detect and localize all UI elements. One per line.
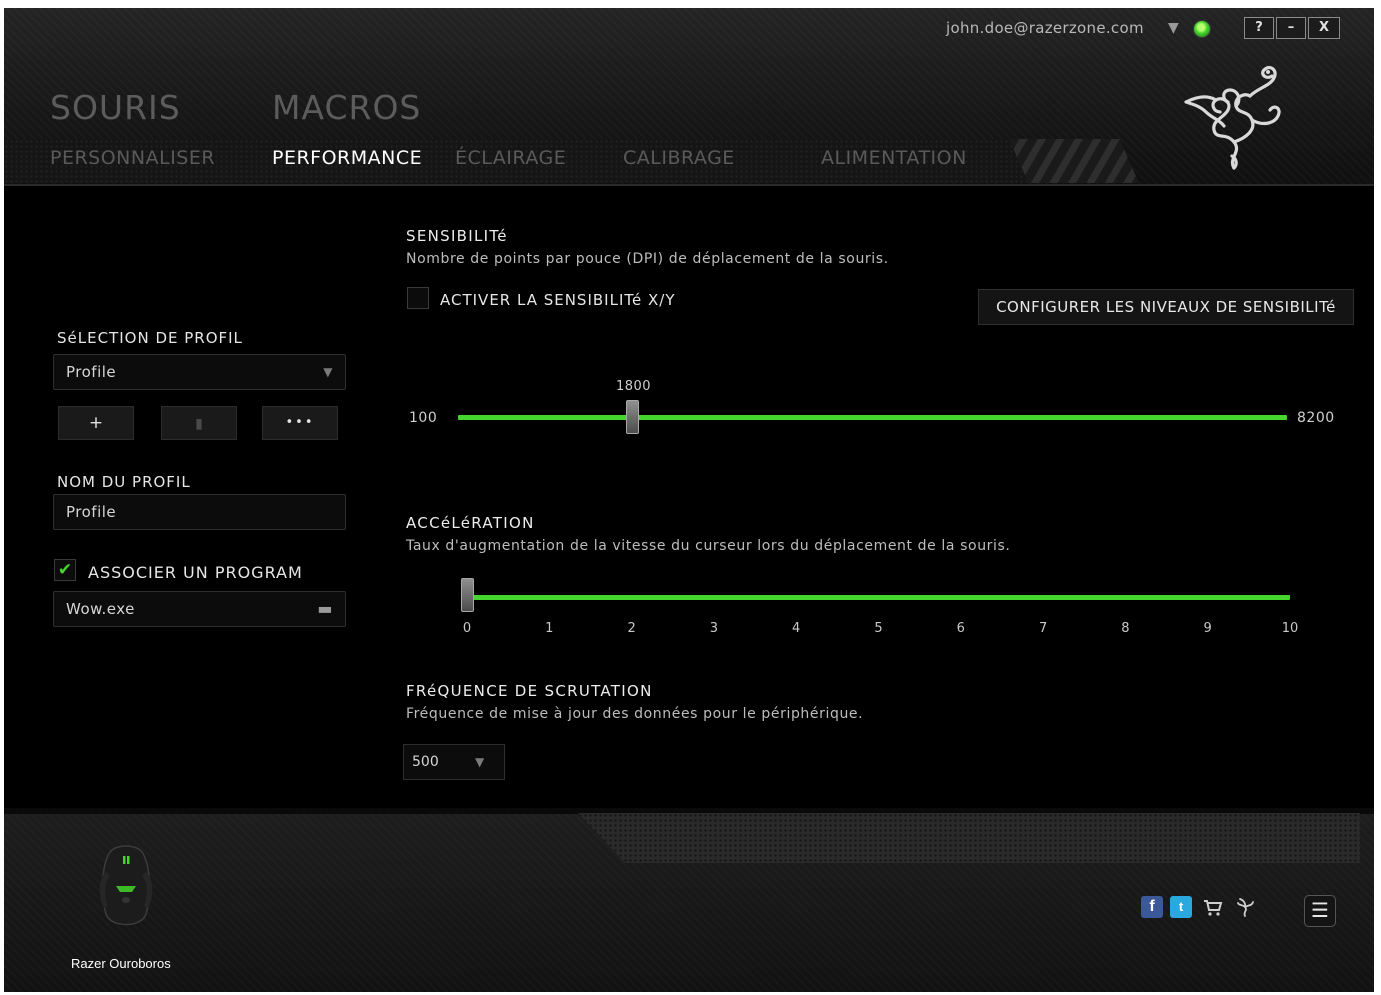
acceleration-tick-2: 2 [627, 621, 636, 636]
program-path-value: Wow.exe [66, 600, 135, 618]
chevron-down-icon: ▼ [323, 365, 333, 379]
acceleration-tick-0: 0 [462, 621, 472, 636]
tab-macros[interactable]: MACROS [272, 88, 421, 127]
profile-select[interactable]: Profile ▼ [53, 354, 346, 390]
associate-program-checkbox[interactable]: ✔ [54, 559, 76, 581]
acceleration-tick-7: 7 [1038, 621, 1048, 636]
profile-name-input[interactable]: Profile [53, 494, 346, 530]
menu-button[interactable]: ☰ [1304, 895, 1336, 927]
sensitivity-slider-track[interactable] [458, 415, 1287, 420]
acceleration-tick-9: 9 [1203, 621, 1212, 636]
cart-icon[interactable] [1202, 896, 1224, 918]
acceleration-tick-4: 4 [792, 621, 801, 636]
device-name: Razer Ouroboros [71, 956, 171, 971]
sensitivity-min: 100 [409, 410, 438, 426]
twitter-icon[interactable]: t [1170, 896, 1192, 918]
polling-rate-title: FRéQUENCE DE SCRUTATION [406, 682, 653, 700]
tab-alimentation[interactable]: ALIMENTATION [821, 147, 967, 169]
sensitivity-title: SENSIBILITé [406, 227, 508, 245]
sensitivity-value-label: 1800 [615, 379, 652, 394]
help-button[interactable]: ? [1244, 17, 1274, 39]
add-profile-button[interactable]: + [58, 406, 134, 440]
xy-sensitivity-checkbox[interactable] [407, 287, 429, 309]
configure-sensitivity-levels-button[interactable]: CONFIGURER LES NIVEAUX DE SENSIBILITé [978, 289, 1354, 325]
acceleration-slider-track[interactable] [467, 595, 1290, 600]
acceleration-slider-thumb[interactable] [461, 578, 474, 612]
razer-snake-logo [1184, 65, 1281, 170]
close-button[interactable]: X [1308, 17, 1340, 39]
program-path-input[interactable]: Wow.exe ▬ [53, 591, 346, 627]
polling-rate-select[interactable]: 500 ▼ [403, 744, 505, 780]
trash-icon: ▮ [195, 416, 203, 432]
acceleration-description: Taux d'augmentation de la vitesse du cur… [406, 538, 1011, 554]
minimize-button[interactable]: – [1276, 17, 1306, 39]
associate-program-label: ASSOCIER UN PROGRAM [88, 563, 303, 582]
acceleration-tick-8: 8 [1121, 621, 1130, 636]
profile-name-label: NOM DU PROFIL [57, 473, 191, 491]
online-dot-icon [1193, 20, 1211, 38]
sensitivity-description: Nombre de points par pouce (DPI) de dépl… [406, 251, 889, 267]
delete-profile-button[interactable]: ▮ [161, 406, 237, 440]
acceleration-tick-6: 6 [956, 621, 965, 636]
triangle-down-icon[interactable]: ▼ [1168, 20, 1179, 36]
sensitivity-max: 8200 [1297, 410, 1335, 426]
polling-rate-value: 500 [412, 754, 439, 770]
acceleration-tick-5: 5 [874, 621, 883, 636]
account-email[interactable]: john.doe@razerzone.com [946, 19, 1144, 37]
xy-sensitivity-label: ACTIVER LA SENSIBILITé X/Y [440, 291, 676, 309]
chevron-down-icon: ▼ [475, 755, 485, 769]
profile-selection-label: SéLECTION DE PROFIL [57, 329, 243, 347]
mouse-image[interactable] [92, 842, 160, 934]
tab-eclairage[interactable]: ÉCLAIRAGE [455, 147, 566, 169]
polling-rate-description: Fréquence de mise à jour des données pou… [406, 706, 864, 722]
more-options-button[interactable]: ••• [262, 406, 338, 440]
facebook-icon[interactable]: f [1141, 896, 1163, 918]
acceleration-tick-1: 1 [545, 621, 554, 636]
razer-icon[interactable] [1234, 896, 1256, 918]
acceleration-tick-3: 3 [709, 621, 719, 636]
acceleration-title: ACCéLéRATION [406, 514, 535, 532]
tab-performance[interactable]: PERFORMANCE [272, 147, 422, 169]
menu-icon: ☰ [1311, 898, 1329, 922]
tab-calibrage[interactable]: CALIBRAGE [623, 147, 735, 169]
sensitivity-slider-thumb[interactable] [625, 400, 639, 434]
profile-select-value: Profile [66, 363, 117, 381]
tab-souris[interactable]: SOURIS [50, 88, 181, 127]
folder-icon[interactable]: ▬ [317, 592, 333, 626]
synapse-window: john.doe@razerzone.com ▼ ? – X SOURIS MA… [4, 8, 1374, 992]
tab-personnaliser[interactable]: PERSONNALISER [50, 147, 215, 169]
check-icon: ✔ [57, 560, 73, 580]
acceleration-tick-10: 10 [1281, 621, 1299, 636]
